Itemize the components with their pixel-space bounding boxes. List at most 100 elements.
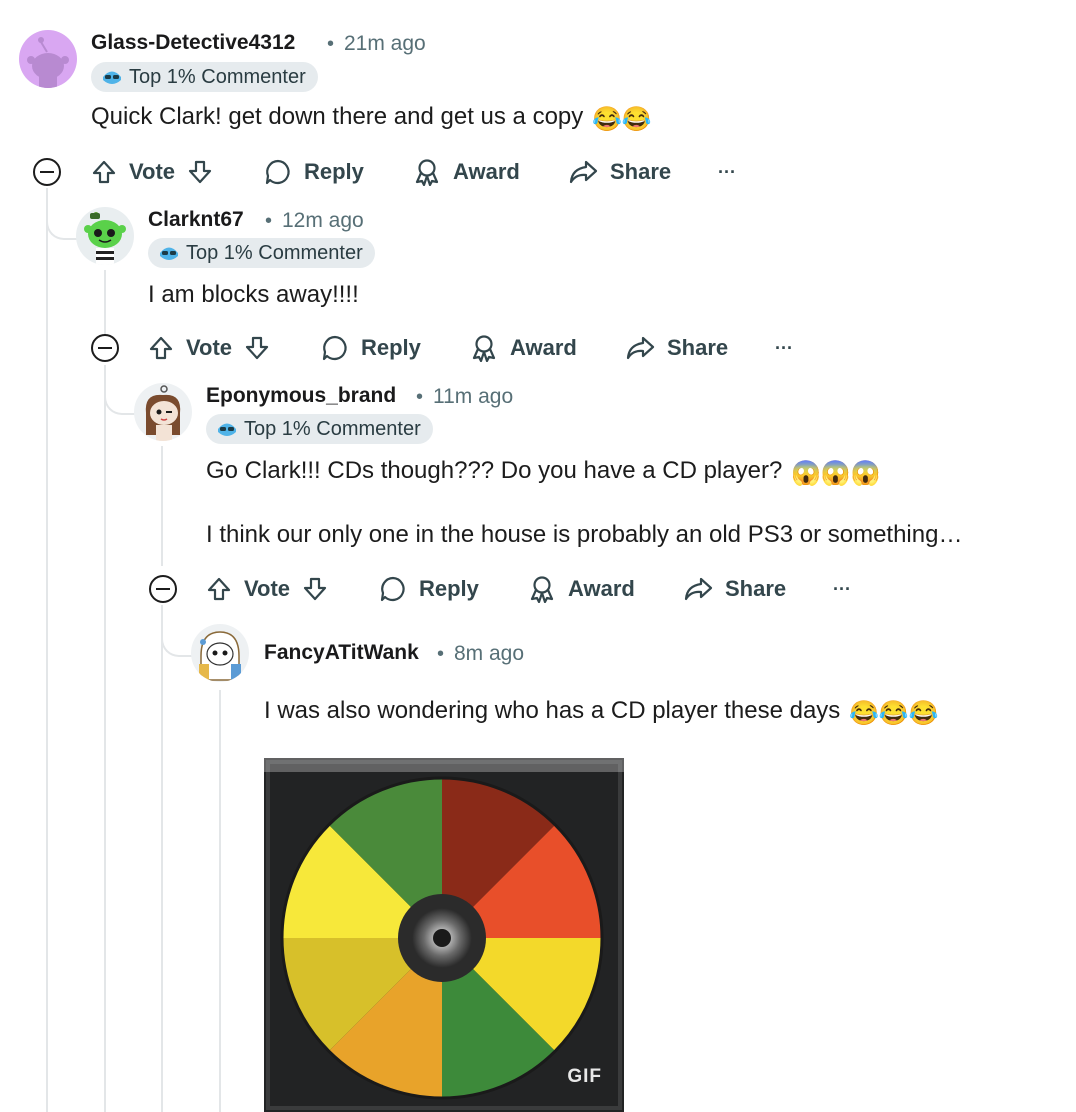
award-ribbon-icon: [530, 576, 554, 603]
reply-button[interactable]: Reply: [264, 152, 364, 192]
sunglasses-icon: [218, 423, 236, 436]
thread-line: [161, 605, 163, 1112]
cd-disc-image: [264, 758, 624, 1112]
flair-badge: Top 1% Commenter: [206, 414, 433, 444]
award-label: Award: [568, 576, 635, 601]
share-arrow-icon: [684, 577, 713, 601]
upvote-icon[interactable]: [91, 159, 117, 185]
vote-control: Vote: [206, 569, 340, 609]
sunglasses-icon: [160, 247, 178, 260]
share-button[interactable]: Share: [683, 569, 786, 609]
award-label: Award: [510, 335, 577, 360]
flair-badge: Top 1% Commenter: [91, 62, 318, 92]
username[interactable]: Glass-Detective4312: [91, 31, 295, 55]
comment-text: I am blocks away!!!!: [148, 281, 359, 308]
share-label: Share: [610, 159, 672, 184]
comment-actions: Vote Reply Award Share ···: [91, 152, 791, 192]
upvote-icon[interactable]: [148, 335, 174, 361]
gif-media[interactable]: GIF: [264, 758, 624, 1112]
separator-dot: •: [265, 210, 273, 232]
avatar[interactable]: [134, 383, 192, 441]
avatar[interactable]: [191, 624, 249, 682]
more-options-icon: ···: [833, 578, 851, 599]
reply-label: Reply: [304, 159, 364, 184]
vote-label: Vote: [186, 335, 233, 360]
award-label: Award: [453, 159, 520, 184]
downvote-icon[interactable]: [187, 159, 213, 185]
snoo-avatar-icon: [145, 385, 181, 441]
collapse-button[interactable]: [149, 575, 177, 603]
speech-bubble-icon: [322, 335, 347, 361]
comment-body: I was also wondering who has a CD player…: [264, 697, 939, 728]
avatar[interactable]: [19, 30, 77, 88]
award-ribbon-icon: [472, 335, 496, 362]
snoo-avatar-icon: [84, 212, 126, 265]
flair-text: Top 1% Commenter: [186, 241, 363, 264]
timestamp[interactable]: 8m ago: [454, 642, 524, 666]
flair-text: Top 1% Commenter: [129, 65, 306, 88]
share-arrow-icon: [626, 336, 655, 360]
comment-actions: Vote Reply Award Share ···: [206, 569, 906, 609]
vote-control: Vote: [91, 152, 225, 192]
vote-label: Vote: [244, 576, 291, 601]
reply-label: Reply: [419, 576, 479, 601]
downvote-icon[interactable]: [244, 335, 270, 361]
comment-body: Go Clark!!! CDs though??? Do you have a …: [206, 457, 881, 488]
comment-text-paragraph-2: I think our only one in the house is pro…: [206, 521, 963, 548]
thread-line: [161, 446, 163, 566]
more-options-button[interactable]: ···: [718, 152, 736, 192]
speech-bubble-icon: [380, 576, 405, 602]
timestamp[interactable]: 21m ago: [344, 32, 426, 56]
thread-line: [104, 365, 106, 1112]
reply-button[interactable]: Reply: [321, 328, 421, 368]
laughing-emoji: 😂😂: [591, 106, 652, 133]
username[interactable]: Clarknt67: [148, 208, 244, 232]
timestamp[interactable]: 11m ago: [433, 385, 513, 409]
share-label: Share: [725, 576, 787, 601]
separator-dot: •: [437, 643, 445, 665]
timestamp[interactable]: 12m ago: [282, 209, 364, 233]
award-button[interactable]: Award: [413, 152, 520, 192]
username[interactable]: FancyATitWank: [264, 641, 419, 665]
separator-dot: •: [327, 33, 335, 55]
separator-dot: •: [416, 386, 424, 408]
thread-line: [219, 690, 221, 1112]
thread-connector: [46, 188, 78, 240]
more-options-icon: ···: [775, 337, 793, 358]
username[interactable]: Eponymous_brand: [206, 384, 396, 408]
collapse-button[interactable]: [91, 334, 119, 362]
comment-text: Go Clark!!! CDs though??? Do you have a …: [206, 457, 783, 484]
comment-body: Quick Clark! get down there and get us a…: [91, 103, 652, 134]
flair-badge: Top 1% Commenter: [148, 238, 375, 268]
share-label: Share: [667, 335, 729, 360]
thread-line: [46, 188, 48, 1112]
reply-label: Reply: [361, 335, 421, 360]
share-button[interactable]: Share: [568, 152, 671, 192]
comment-actions: Vote Reply Award Share ···: [148, 328, 848, 368]
award-ribbon-icon: [415, 159, 439, 186]
laughing-emoji: 😂😂😂: [848, 700, 939, 727]
gif-label: GIF: [567, 1066, 602, 1087]
more-options-icon: ···: [718, 161, 736, 182]
collapse-button[interactable]: [33, 158, 61, 186]
reply-button[interactable]: Reply: [379, 569, 479, 609]
sunglasses-icon: [103, 71, 121, 84]
award-button[interactable]: Award: [528, 569, 635, 609]
vote-label: Vote: [129, 159, 176, 184]
comment-text: I was also wondering who has a CD player…: [264, 697, 841, 724]
award-button[interactable]: Award: [470, 328, 577, 368]
screaming-emoji: 😱😱😱: [790, 460, 881, 487]
avatar[interactable]: [76, 207, 134, 265]
comment-text: Quick Clark! get down there and get us a…: [91, 103, 584, 130]
snoo-avatar-icon: [199, 631, 241, 681]
thread-connector: [161, 605, 193, 657]
upvote-icon[interactable]: [206, 576, 232, 602]
speech-bubble-icon: [265, 159, 290, 185]
more-options-button[interactable]: ···: [775, 328, 793, 368]
more-options-button[interactable]: ···: [833, 569, 851, 609]
thread-connector: [104, 365, 136, 415]
snoo-avatar-icon: [27, 37, 69, 88]
share-arrow-icon: [569, 160, 598, 184]
share-button[interactable]: Share: [625, 328, 728, 368]
downvote-icon[interactable]: [302, 576, 328, 602]
